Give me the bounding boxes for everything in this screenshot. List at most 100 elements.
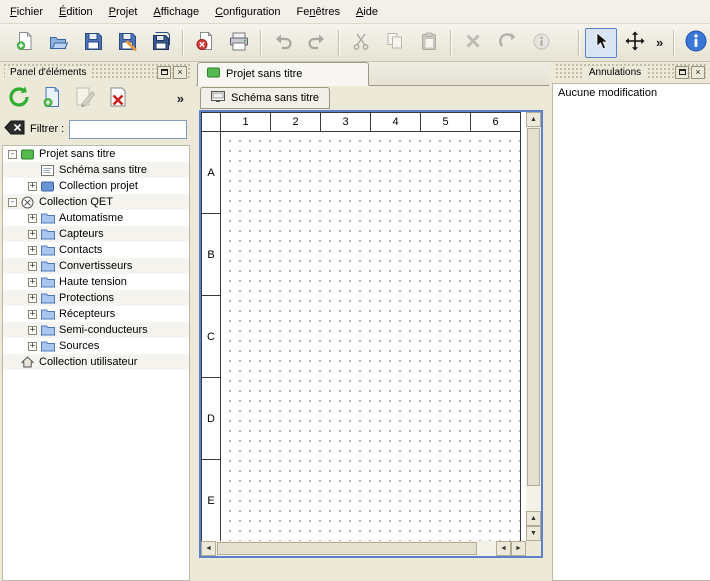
toolbar-separator bbox=[338, 30, 340, 56]
save-as-button[interactable] bbox=[111, 28, 143, 58]
menu-edition[interactable]: Édition bbox=[51, 2, 101, 22]
expand-icon[interactable]: + bbox=[28, 310, 37, 319]
expand-icon[interactable]: + bbox=[28, 262, 37, 271]
row-label: C bbox=[201, 295, 221, 378]
menu-configuration[interactable]: Configuration bbox=[207, 2, 288, 22]
tree-item-label: Collection projet bbox=[59, 180, 138, 192]
scroll-left-button[interactable]: ◄ bbox=[496, 541, 511, 556]
float-icon bbox=[679, 69, 686, 75]
about-button[interactable] bbox=[680, 28, 710, 58]
folder-icon bbox=[41, 244, 55, 257]
float-panel-button[interactable] bbox=[157, 66, 171, 79]
home-icon bbox=[21, 356, 35, 369]
tree-item-label: Projet sans titre bbox=[39, 148, 115, 160]
expand-icon[interactable]: + bbox=[28, 246, 37, 255]
horizontal-scroll-track[interactable] bbox=[478, 541, 496, 556]
project-collection-icon bbox=[41, 180, 55, 193]
scroll-right-button[interactable]: ► bbox=[511, 541, 526, 556]
schema-grid[interactable] bbox=[221, 132, 521, 541]
vertical-scroll-thumb[interactable] bbox=[527, 128, 540, 486]
collapse-icon[interactable]: - bbox=[8, 150, 17, 159]
tree-item-collection-utilisateur[interactable]: Collection utilisateur bbox=[3, 354, 189, 370]
schema-tab[interactable]: Schéma sans titre bbox=[200, 87, 330, 109]
expand-icon[interactable]: + bbox=[28, 214, 37, 223]
horizontal-scrollbar[interactable]: ◄ ◄ ► bbox=[201, 541, 526, 556]
menu-aide[interactable]: Aide bbox=[348, 2, 386, 22]
undo-panel-title: Annulations bbox=[584, 67, 646, 78]
diagram-canvas[interactable]: 1 2 3 4 5 6 A B C D E bbox=[201, 112, 526, 541]
tree-item-automatisme[interactable]: + Automatisme bbox=[3, 210, 189, 226]
menu-affichage[interactable]: Affichage bbox=[145, 2, 207, 22]
expand-icon[interactable]: + bbox=[28, 182, 37, 191]
expand-icon[interactable]: + bbox=[28, 326, 37, 335]
mdi-workspace: Projet sans titre Schéma sans titre 1 2 … bbox=[196, 62, 549, 581]
main-toolbar: » bbox=[0, 24, 710, 62]
delete-element-icon bbox=[107, 86, 129, 111]
selection-mode-button[interactable] bbox=[585, 28, 617, 58]
tree-item-haute-tension[interactable]: + Haute tension bbox=[3, 274, 189, 290]
expand-icon[interactable]: + bbox=[28, 230, 37, 239]
undo-panel-titlebar[interactable]: Annulations × bbox=[554, 64, 708, 80]
tree-item-capteurs[interactable]: + Capteurs bbox=[3, 226, 189, 242]
tree-item-schema[interactable]: Schéma sans titre bbox=[3, 162, 189, 178]
expand-icon[interactable]: + bbox=[28, 278, 37, 287]
row-label: E bbox=[201, 459, 221, 541]
qet-collection-icon bbox=[21, 196, 35, 209]
scroll-up-button[interactable]: ▲ bbox=[526, 112, 541, 127]
horizontal-scroll-thumb[interactable] bbox=[217, 542, 477, 555]
menu-projet[interactable]: Projet bbox=[101, 2, 146, 22]
save-all-button[interactable] bbox=[145, 28, 177, 58]
print-button[interactable] bbox=[223, 28, 255, 58]
toolbar-separator bbox=[673, 30, 675, 56]
elements-panel-titlebar[interactable]: Panel d'éléments × bbox=[2, 64, 190, 80]
move-arrows-icon bbox=[625, 31, 645, 54]
tree-item-project[interactable]: - Projet sans titre bbox=[3, 146, 189, 162]
toolbar-separator bbox=[450, 30, 452, 56]
menu-fenetres[interactable]: Fenêtres bbox=[289, 2, 348, 22]
panel-toolbar-overflow-button[interactable]: » bbox=[174, 91, 187, 106]
undo-history-list[interactable]: Aucune modification bbox=[552, 83, 710, 581]
project-tab[interactable]: Projet sans titre bbox=[197, 62, 369, 86]
tree-item-collection-projet[interactable]: + Collection projet bbox=[3, 178, 189, 194]
close-panel-button[interactable]: × bbox=[173, 66, 187, 79]
scroll-down-button[interactable]: ▼ bbox=[526, 526, 541, 541]
new-element-button[interactable] bbox=[38, 84, 66, 112]
collapse-icon[interactable]: - bbox=[8, 198, 17, 207]
tree-item-recepteurs[interactable]: + Récepteurs bbox=[3, 306, 189, 322]
pan-mode-button[interactable] bbox=[619, 28, 651, 58]
menu-fichier[interactable]: Fichier bbox=[2, 2, 51, 22]
open-project-button[interactable] bbox=[43, 28, 75, 58]
elements-tree: - Projet sans titre Schéma sans titre + … bbox=[2, 145, 190, 581]
clear-filter-button[interactable] bbox=[4, 121, 25, 138]
new-project-button[interactable] bbox=[9, 28, 41, 58]
tree-item-convertisseurs[interactable]: + Convertisseurs bbox=[3, 258, 189, 274]
tree-item-collection-qet[interactable]: - Collection QET bbox=[3, 194, 189, 210]
toolbar-overflow-button[interactable]: » bbox=[653, 35, 666, 50]
scroll-up-button[interactable]: ▲ bbox=[526, 511, 541, 526]
vertical-scrollbar[interactable]: ▲ ▲ ▼ bbox=[526, 112, 541, 541]
scroll-left-button[interactable]: ◄ bbox=[201, 541, 216, 556]
tree-item-semi-conducteurs[interactable]: + Semi-conducteurs bbox=[3, 322, 189, 338]
filter-input[interactable] bbox=[69, 120, 187, 139]
menu-bar: Fichier Édition Projet Affichage Configu… bbox=[0, 0, 710, 24]
expand-icon[interactable]: + bbox=[28, 342, 37, 351]
schema-icon bbox=[41, 164, 55, 177]
reload-collections-button[interactable] bbox=[5, 84, 33, 112]
float-icon bbox=[161, 69, 168, 75]
close-panel-button[interactable]: × bbox=[691, 66, 705, 79]
vertical-scroll-track[interactable] bbox=[526, 487, 541, 511]
expand-icon[interactable]: + bbox=[28, 294, 37, 303]
delete-element-button[interactable] bbox=[104, 84, 132, 112]
tree-item-contacts[interactable]: + Contacts bbox=[3, 242, 189, 258]
project-tab-icon bbox=[207, 67, 220, 81]
save-button[interactable] bbox=[77, 28, 109, 58]
column-label: 1 bbox=[220, 112, 271, 132]
diagram-view: 1 2 3 4 5 6 A B C D E bbox=[199, 110, 543, 558]
scissors-icon bbox=[352, 32, 370, 53]
tree-item-sources[interactable]: + Sources bbox=[3, 338, 189, 354]
folder-icon bbox=[41, 276, 55, 289]
row-header: A B C D E bbox=[201, 132, 221, 541]
tree-item-protections[interactable]: + Protections bbox=[3, 290, 189, 306]
float-panel-button[interactable] bbox=[675, 66, 689, 79]
close-file-button[interactable] bbox=[189, 28, 221, 58]
